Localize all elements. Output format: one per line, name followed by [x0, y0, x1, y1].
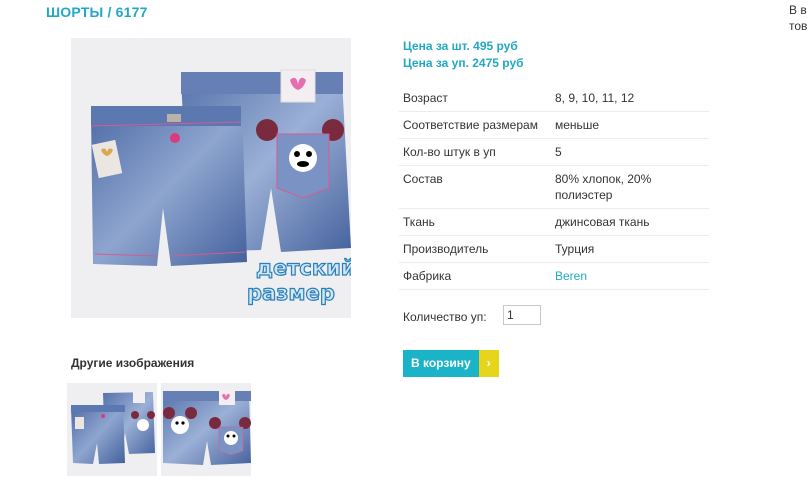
spec-row: Состав 80% хлопок, 20% полиэстер: [399, 165, 709, 209]
spec-value: 5: [551, 138, 709, 166]
spec-value: 80% хлопок, 20% полиэстер: [551, 165, 709, 209]
spec-row: Фабрика Beren: [399, 262, 709, 290]
add-to-cart-button[interactable]: В корзину ›: [403, 350, 499, 377]
quantity-input[interactable]: [503, 305, 541, 325]
factory-link[interactable]: Beren: [555, 269, 587, 283]
spec-row: Соответствие размерам меньше: [399, 111, 709, 139]
add-to-cart-label: В корзину: [403, 350, 479, 377]
spec-row: Производитель Турция: [399, 235, 709, 263]
thumbnail-shorts-front: [71, 391, 155, 464]
side-panel-line: В в: [789, 3, 807, 17]
watermark-line2: размер: [247, 281, 335, 305]
side-panel-line: тов: [789, 19, 808, 33]
side-panel-text: В в тов: [789, 2, 807, 34]
spec-label: Ткань: [399, 208, 551, 236]
product-main-image[interactable]: детский размер: [71, 38, 351, 318]
page-title: ШОРТЫ / 6177: [46, 4, 148, 20]
spec-label: Кол-во штук в уп: [399, 138, 551, 166]
thumbnail-image[interactable]: [161, 383, 251, 476]
spec-row: Ткань джинсовая ткань: [399, 208, 709, 236]
spec-label: Производитель: [399, 235, 551, 263]
shorts-photo: детский размер: [90, 69, 351, 306]
spec-row: Возраст 8, 9, 10, 11, 12: [399, 85, 709, 112]
watermark-line1: детский: [256, 256, 351, 280]
price-per-piece: Цена за шт. 495 руб: [403, 39, 518, 53]
spec-value: Beren: [551, 262, 709, 290]
spec-label: Соответствие размерам: [399, 111, 551, 139]
spec-value: Турция: [551, 235, 709, 263]
spec-label: Возраст: [399, 85, 551, 112]
other-images-heading: Другие изображения: [71, 356, 195, 370]
specs-table: Возраст 8, 9, 10, 11, 12 Соответствие ра…: [399, 85, 709, 290]
spec-label: Состав: [399, 165, 551, 209]
thumbnail-image[interactable]: [67, 383, 157, 476]
spec-value: джинсовая ткань: [551, 208, 709, 236]
quantity-label: Количество уп:: [403, 310, 487, 324]
spec-value: 8, 9, 10, 11, 12: [551, 85, 709, 112]
spec-label: Фабрика: [399, 262, 551, 290]
spec-value: меньше: [551, 111, 709, 139]
thumbnail-shorts-back: [163, 389, 251, 465]
price-per-pack: Цена за уп. 2475 руб: [403, 56, 524, 70]
spec-row: Кол-во штук в уп 5: [399, 138, 709, 166]
chevron-right-icon: ›: [478, 350, 499, 377]
